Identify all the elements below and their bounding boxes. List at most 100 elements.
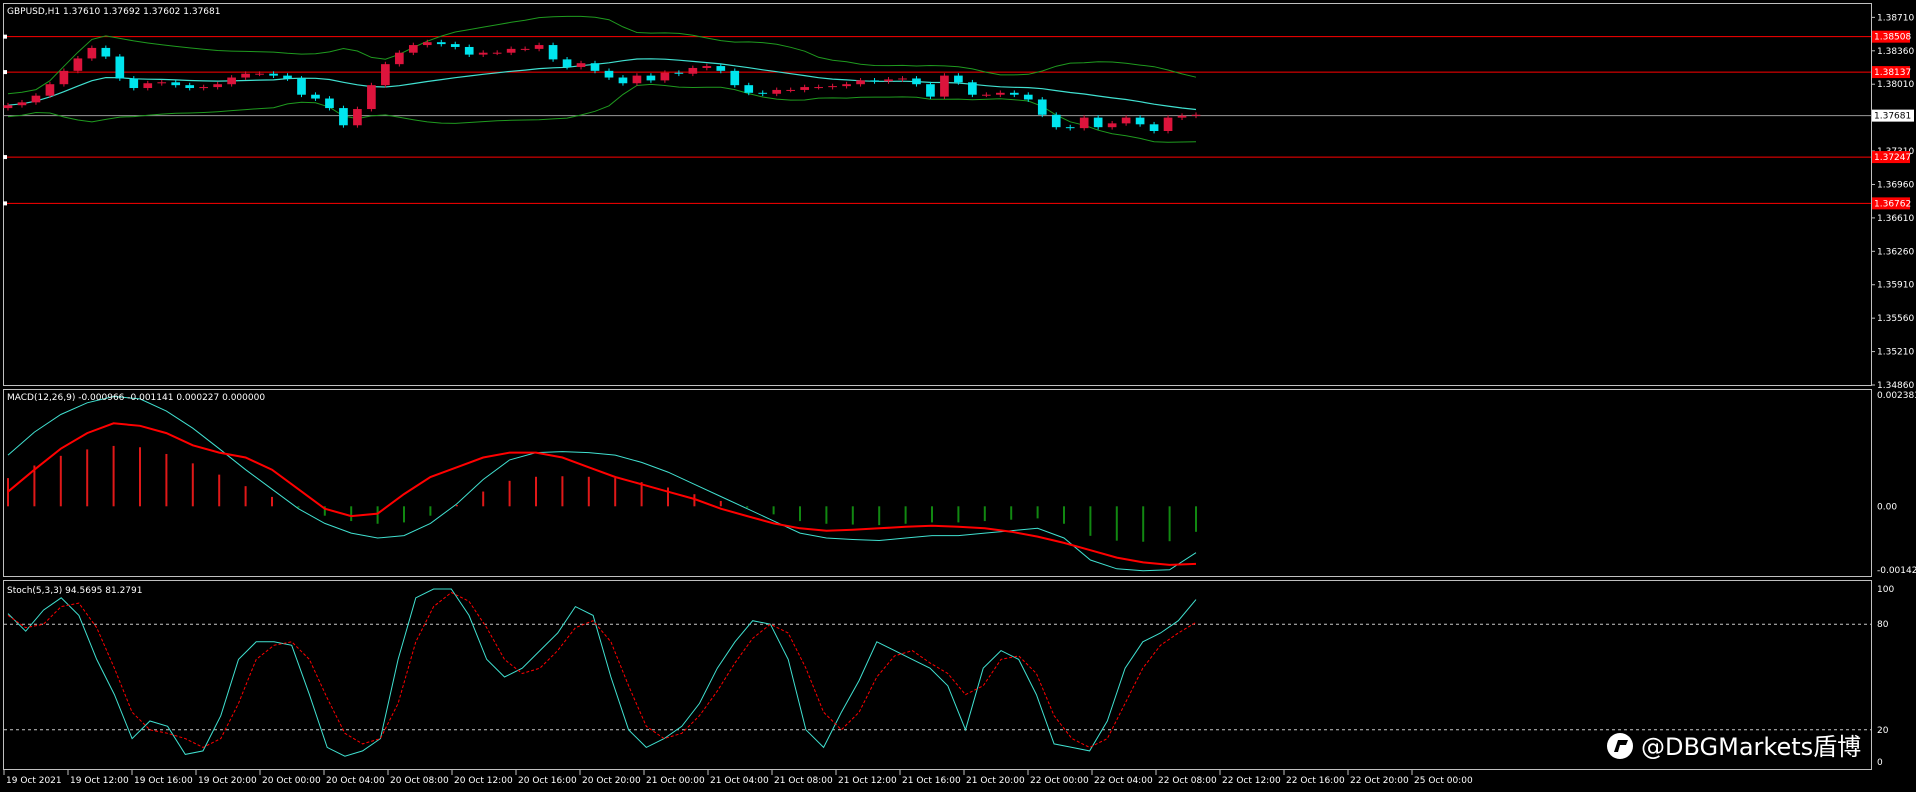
candle-body [185, 85, 195, 89]
candle-body [800, 87, 809, 90]
time-tick-label: 21 Oct 08:00 [774, 776, 833, 786]
candle-body [688, 67, 698, 74]
candle-body [940, 75, 949, 97]
level-price-label: 1.37247 [1874, 153, 1911, 163]
candle-body [758, 92, 768, 94]
candle-body [408, 45, 418, 53]
watermark-logo-icon [1607, 733, 1633, 759]
candle-body [1023, 94, 1033, 100]
candle-body [646, 75, 656, 81]
candle-body [968, 82, 977, 95]
stoch-d-line [7, 591, 1197, 748]
candle-body [1037, 99, 1047, 115]
candle-body [660, 72, 670, 81]
candle-body [898, 78, 907, 80]
level-marker [3, 34, 7, 39]
candle-body [576, 63, 586, 68]
candle-body [353, 109, 362, 126]
stoch-scale-label: 100 [1877, 585, 1894, 595]
candle-body [283, 75, 292, 79]
price-tick-label: 1.35560 [1877, 314, 1914, 324]
candles [3, 39, 1201, 134]
candle-body [297, 78, 306, 95]
candle-body [492, 52, 502, 54]
price-tick-label: 1.36960 [1877, 180, 1914, 190]
time-tick-label: 22 Oct 20:00 [1350, 776, 1409, 786]
candle-body [590, 63, 600, 71]
time-tick-label: 21 Oct 16:00 [902, 776, 961, 786]
upper-band-line [7, 15, 1197, 95]
candle-body [478, 52, 488, 55]
stoch-header: Stoch(5,3,3) 94.5695 81.2791 [7, 586, 142, 596]
candle-body [3, 105, 13, 109]
candle-body [422, 42, 432, 46]
candle-body [1121, 117, 1131, 124]
candle-body [884, 79, 893, 82]
candle-body [367, 85, 376, 110]
candle-body [199, 87, 209, 89]
macd-scale-label: 0.002383 [1877, 391, 1916, 401]
candle-body [506, 48, 516, 53]
candle-body [534, 45, 544, 49]
time-tick-label: 21 Oct 04:00 [710, 776, 769, 786]
candle-body [115, 56, 125, 79]
time-tick-label: 19 Oct 16:00 [134, 776, 193, 786]
price-tick-label: 1.34860 [1877, 381, 1914, 391]
candle-body [1009, 92, 1019, 95]
candle-body [325, 98, 334, 109]
candle-body [814, 87, 823, 89]
candle-body [632, 75, 642, 84]
horizontal-levels [3, 34, 1871, 206]
macd-scale-label: 0.00 [1877, 502, 1897, 512]
time-tick-label: 21 Oct 20:00 [966, 776, 1025, 786]
time-tick-label: 22 Oct 16:00 [1286, 776, 1345, 786]
trading-chart-window: 1.387101.383601.380101.373101.369601.366… [0, 0, 1916, 792]
time-tick-label: 25 Oct 00:00 [1414, 776, 1473, 786]
candle-body [828, 86, 837, 88]
time-tick-label: 20 Oct 08:00 [390, 776, 449, 786]
time-tick-label: 20 Oct 20:00 [582, 776, 641, 786]
time-tick-label: 22 Oct 12:00 [1222, 776, 1281, 786]
time-tick-label: 20 Oct 00:00 [262, 776, 321, 786]
candle-body [1079, 117, 1089, 129]
candle-body [1177, 115, 1187, 118]
candle-body [395, 52, 404, 65]
candle-body [772, 89, 782, 94]
candle-body [269, 73, 278, 76]
time-tick-label: 20 Oct 16:00 [518, 776, 577, 786]
candle-body [1191, 114, 1201, 116]
candle-body [702, 66, 712, 68]
time-tick-label: 20 Oct 12:00 [454, 776, 513, 786]
candle-body [926, 84, 935, 97]
candle-body [520, 48, 530, 50]
watermark-text: @DBGMarkets盾博 [1641, 733, 1861, 761]
price-tick-label: 1.35910 [1877, 281, 1914, 291]
candle-body [17, 102, 27, 106]
candle-body [786, 89, 796, 91]
candle-body [157, 82, 167, 84]
candle-body [227, 77, 236, 85]
time-tick-label: 22 Oct 08:00 [1158, 776, 1217, 786]
macd-indicator [7, 395, 1197, 572]
stoch-scale-label: 20 [1877, 726, 1889, 736]
macd-main-line [7, 395, 1197, 572]
candle-body [129, 78, 139, 89]
price-tick-label: 1.38010 [1877, 80, 1914, 90]
candle-body [436, 42, 446, 45]
candle-body [339, 108, 348, 126]
moving-average-line [7, 58, 1197, 111]
candle-body [870, 80, 879, 82]
macd-scale-label: -0.001428 [1877, 566, 1916, 576]
candle-body [1149, 124, 1159, 131]
candle-body [548, 45, 558, 60]
price-tick-label: 1.38710 [1877, 13, 1914, 23]
candle-body [464, 46, 474, 55]
candle-body [954, 75, 963, 83]
level-marker [3, 70, 7, 75]
candle-body [1107, 123, 1117, 128]
time-axis: 19 Oct 2021 19 Oct 12:00 19 Oct 16:00 19 Oc… [3, 770, 1473, 786]
candle-body [1135, 117, 1145, 125]
price-tick-label: 1.36260 [1877, 247, 1914, 257]
level-marker [3, 155, 7, 160]
candle-body [241, 73, 250, 78]
